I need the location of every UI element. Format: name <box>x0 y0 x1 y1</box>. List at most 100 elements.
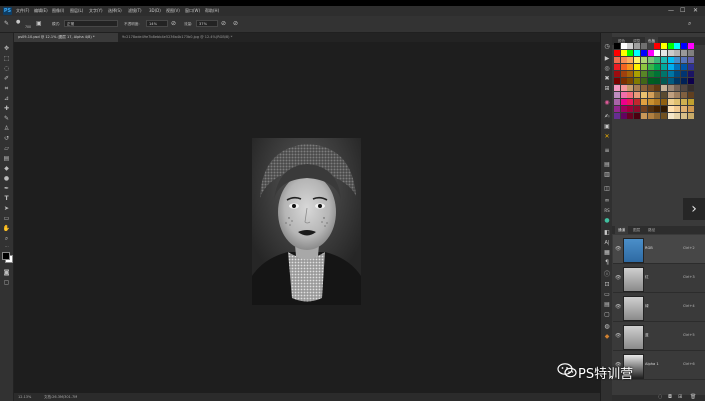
color-swatch[interactable] <box>620 113 627 119</box>
tab-channels[interactable]: 通道 <box>615 226 629 234</box>
color-swatch[interactable] <box>660 50 667 56</box>
color-swatch[interactable] <box>660 106 667 112</box>
color-swatch[interactable] <box>674 113 681 119</box>
color-swatch[interactable] <box>660 85 667 91</box>
maximize-button[interactable]: ☐ <box>680 7 685 15</box>
color-swatch[interactable] <box>620 57 627 63</box>
color-swatch[interactable] <box>640 50 647 56</box>
color-swatch[interactable] <box>640 78 647 84</box>
color-swatch[interactable] <box>647 64 654 70</box>
color-swatch[interactable] <box>654 99 661 105</box>
color-swatch[interactable] <box>667 57 674 63</box>
color-swatch[interactable] <box>681 106 687 112</box>
path-select-tool-icon[interactable]: ➤ <box>2 205 11 213</box>
color-swatch[interactable] <box>687 78 694 84</box>
color-swatch[interactable] <box>634 113 641 119</box>
color-swatch[interactable] <box>687 99 694 105</box>
zoom-level[interactable]: 12.13% <box>18 395 31 399</box>
flow-field[interactable]: 37% <box>196 20 218 27</box>
color-swatch[interactable] <box>654 57 661 63</box>
color-swatch[interactable] <box>614 92 620 98</box>
color-swatch[interactable] <box>687 106 694 112</box>
color-swatch[interactable] <box>660 78 667 84</box>
color-swatch[interactable] <box>667 113 674 119</box>
close-button[interactable]: ✕ <box>693 7 698 15</box>
color-swatch[interactable] <box>654 43 661 49</box>
color-swatch[interactable] <box>654 64 661 70</box>
menu-view[interactable]: 视图(V) <box>166 8 180 14</box>
color-swatch[interactable] <box>634 99 641 105</box>
color-swatch[interactable] <box>687 113 694 119</box>
minimize-button[interactable]: — <box>668 7 674 15</box>
color-swatch[interactable] <box>634 50 641 56</box>
menu-file[interactable]: 文件(F) <box>16 8 29 14</box>
color-swatch[interactable] <box>614 78 620 84</box>
color-swatch[interactable] <box>614 71 620 77</box>
color-swatch[interactable] <box>614 57 620 63</box>
save-selection-icon[interactable]: ◘ <box>668 394 672 400</box>
type-tool-icon[interactable]: T <box>2 195 11 203</box>
color-swatch[interactable] <box>674 92 681 98</box>
shape-tool-icon[interactable]: ▭ <box>2 215 11 223</box>
color-swatch[interactable] <box>614 85 620 91</box>
navigator-icon[interactable]: ◫ <box>602 185 612 193</box>
color-swatch[interactable] <box>667 43 674 49</box>
character-icon[interactable]: ⊞ <box>602 85 612 93</box>
color-swatch[interactable] <box>640 106 647 112</box>
marquee-tool-icon[interactable]: ⬚ <box>2 55 11 63</box>
mode-select[interactable]: 正常 <box>64 20 118 27</box>
materials-icon[interactable]: ◆ <box>602 333 612 341</box>
load-selection-icon[interactable]: ◌ <box>658 394 662 400</box>
color-swatch[interactable] <box>654 92 661 98</box>
channel-row[interactable]: 👁 绿 Ctrl+4 <box>613 293 705 322</box>
color-swatch[interactable] <box>687 71 694 77</box>
play-icon[interactable]: ▶ <box>602 55 612 63</box>
color-swatch[interactable] <box>674 64 681 70</box>
timeline-icon[interactable]: ▭ <box>602 291 612 299</box>
new-channel-icon[interactable]: ⊞ <box>678 394 682 400</box>
color-swatch[interactable] <box>640 71 647 77</box>
color-swatch[interactable] <box>667 106 674 112</box>
color-swatch[interactable] <box>681 71 687 77</box>
color-swatch[interactable] <box>634 64 641 70</box>
color-swatch[interactable] <box>654 113 661 119</box>
color-swatch[interactable] <box>627 64 634 70</box>
brush-tool-icon[interactable]: ✎ <box>2 115 11 123</box>
color-swatch[interactable] <box>660 99 667 105</box>
color-swatch[interactable] <box>627 71 634 77</box>
pressure-size-icon[interactable]: ⊘ <box>233 20 238 28</box>
hand-tool-icon[interactable]: ✋ <box>2 225 11 233</box>
clone-source-icon[interactable]: ▣ <box>602 123 612 131</box>
blur-tool-icon[interactable]: ◆ <box>2 165 11 173</box>
color-swatch[interactable] <box>620 106 627 112</box>
color-swatch[interactable] <box>660 43 667 49</box>
color-swatch[interactable] <box>667 78 674 84</box>
comments-icon[interactable]: ▢ <box>602 311 612 319</box>
color-swatch[interactable] <box>634 57 641 63</box>
color-swatch[interactable] <box>687 64 694 70</box>
foreground-color-swatch[interactable] <box>2 252 10 260</box>
color-swatch[interactable] <box>614 50 620 56</box>
opacity-field[interactable]: 14% <box>146 20 168 27</box>
lasso-tool-icon[interactable]: ◌ <box>2 65 11 73</box>
color-swatch[interactable] <box>681 85 687 91</box>
menu-image[interactable]: 图像(I) <box>52 8 64 14</box>
color-swatch[interactable] <box>647 57 654 63</box>
glyphs-icon[interactable]: ▦ <box>602 249 612 257</box>
color-swatch[interactable] <box>620 43 627 49</box>
brush-settings-icon[interactable]: ✍ <box>602 113 612 121</box>
color-swatch[interactable] <box>620 85 627 91</box>
color-swatch[interactable] <box>634 92 641 98</box>
color-swatch[interactable] <box>647 106 654 112</box>
color-swatch[interactable] <box>674 85 681 91</box>
brush-tool-icon[interactable]: ✎ <box>4 20 9 28</box>
dodge-tool-icon[interactable]: ● <box>2 175 11 183</box>
color-swatch[interactable] <box>660 57 667 63</box>
color-swatch[interactable] <box>687 92 694 98</box>
color-swatch[interactable] <box>647 92 654 98</box>
color-swatch[interactable] <box>647 99 654 105</box>
color-swatch[interactable] <box>681 50 687 56</box>
color-swatch[interactable] <box>674 99 681 105</box>
move-tool-icon[interactable]: ✥ <box>2 45 11 53</box>
edit-toolbar-icon[interactable]: ⋯ <box>2 243 11 251</box>
